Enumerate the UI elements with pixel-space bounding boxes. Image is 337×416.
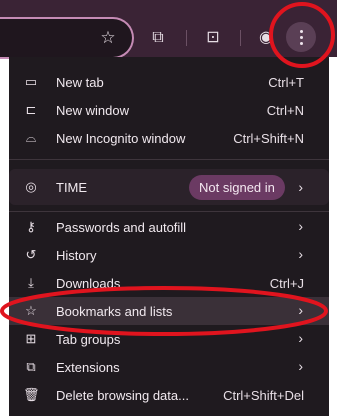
star-outline-icon: ☆: [25, 303, 37, 318]
profile-row[interactable]: ◎ TIME Not signed in ›: [9, 169, 329, 205]
menu-item-new-tab[interactable]: ▭ New tab Ctrl+T: [9, 68, 329, 96]
extensions-icon: ⧉: [26, 359, 36, 374]
menu-divider: [9, 211, 329, 212]
menu-item-passwords-and-autofill[interactable]: ⚷ Passwords and autofill ›: [9, 213, 329, 241]
address-bar[interactable]: ☆: [0, 17, 134, 59]
menu-item-shortcut: Ctrl+J: [269, 276, 304, 291]
menu-item-label: History: [56, 248, 97, 263]
chevron-right-icon: ›: [298, 218, 303, 234]
menu-item-label: New tab: [56, 75, 104, 90]
menu-item-bookmarks-and-lists[interactable]: ☆ Bookmarks and lists ›: [9, 297, 329, 325]
trash-icon: 🗑: [23, 387, 40, 402]
menu-item-shortcut: Ctrl+Shift+N: [233, 131, 304, 146]
menu-item-label: Extensions: [56, 360, 120, 375]
menu-item-label: Downloads: [56, 276, 121, 291]
history-icon: ↺: [25, 247, 37, 262]
menu-item-label: New window: [56, 103, 129, 118]
menu-item-history[interactable]: ↺ History ›: [9, 241, 329, 269]
menu-item-tab-groups[interactable]: ⊞ Tab groups ›: [9, 325, 329, 353]
menu-item-label: Delete browsing data...: [56, 388, 189, 403]
tab-groups-icon: ⊞: [25, 331, 37, 346]
chrome-main-menu: ▭ New tab Ctrl+T ⊏ New window Ctrl+N ⌓ N…: [9, 57, 329, 416]
menu-item-shortcut: Ctrl+N: [266, 103, 304, 118]
menu-item-shortcut: Ctrl+Shift+Del: [223, 388, 304, 403]
chevron-right-icon: ›: [298, 330, 303, 346]
extensions-puzzle-icon[interactable]: ⧉: [147, 27, 169, 49]
chevron-right-icon: ›: [298, 179, 303, 195]
new-tab-icon: ▭: [24, 74, 38, 89]
tab-search-icon[interactable]: ⊡: [202, 27, 224, 49]
menu-item-label: Tab groups: [56, 332, 121, 347]
key-icon: ⚷: [26, 219, 36, 234]
chevron-right-icon: ›: [298, 358, 303, 374]
download-icon: ⤓: [28, 275, 34, 290]
menu-item-extensions[interactable]: ⧉ Extensions ›: [9, 353, 329, 381]
menu-item-label: Bookmarks and lists: [56, 304, 173, 319]
incognito-icon: ⌓: [25, 130, 37, 145]
menu-item-new-incognito-window[interactable]: ⌓ New Incognito window Ctrl+Shift+N: [9, 124, 329, 152]
more-vert-icon[interactable]: [286, 22, 316, 52]
menu-divider: [9, 159, 329, 160]
toolbar-separator: [186, 30, 187, 46]
menu-item-new-window[interactable]: ⊏ New window Ctrl+N: [9, 96, 329, 124]
star-icon[interactable]: ☆: [98, 28, 118, 48]
menu-item-delete-browsing-data[interactable]: 🗑 Delete browsing data... Ctrl+Shift+Del: [9, 381, 329, 409]
toolbar-separator: [240, 30, 241, 46]
profile-icon[interactable]: ◉: [255, 27, 277, 49]
menu-item-label: New Incognito window: [56, 131, 186, 146]
chevron-right-icon: ›: [298, 246, 303, 262]
sign-in-status-badge[interactable]: Not signed in: [189, 175, 285, 200]
browser-toolbar: ☆ ⧉ ⊡ ◉: [0, 0, 337, 59]
menu-item-shortcut: Ctrl+T: [268, 75, 304, 90]
chevron-right-icon: ›: [298, 302, 303, 318]
menu-item-label: Passwords and autofill: [56, 220, 187, 235]
profile-name: TIME: [56, 180, 88, 195]
new-window-icon: ⊏: [25, 102, 37, 117]
menu-item-downloads[interactable]: ⤓ Downloads Ctrl+J: [9, 269, 329, 297]
account-circle-icon: ◎: [25, 179, 37, 194]
